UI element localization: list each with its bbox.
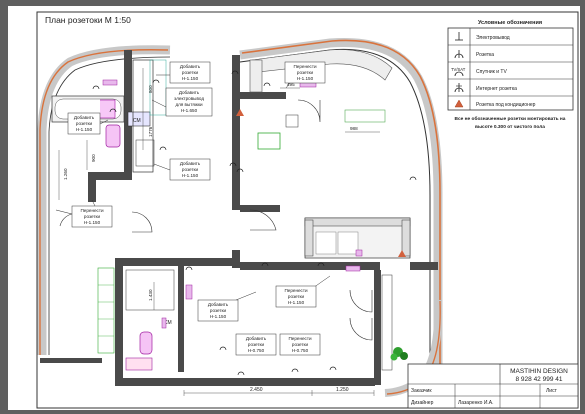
annotation-line: розетки xyxy=(292,342,309,347)
company-name: MASTIHIN DESIGN xyxy=(510,368,568,375)
dimension-label: 1.250 xyxy=(336,387,349,393)
wall-segment xyxy=(40,358,102,363)
wall-segment xyxy=(240,92,286,99)
annotation-line: розетки xyxy=(210,308,227,313)
toilet xyxy=(139,331,153,355)
wall-segment xyxy=(178,262,184,372)
wall-segment xyxy=(240,205,280,212)
title-block: MASTIHIN DESIGN 8 928 42 999 41 Заказчик… xyxy=(407,363,579,409)
wall-segment xyxy=(88,172,96,202)
annotation-line: Добавить xyxy=(208,302,229,307)
legend-item-label: Интернет розетка xyxy=(476,86,517,92)
legend-note-line: Все не обозначенные розетки монтировать … xyxy=(455,115,566,122)
annotation-line: для вытяжки xyxy=(175,102,203,107)
annotation-line: розетки xyxy=(76,121,93,126)
annotation-line: розетки xyxy=(84,214,101,219)
dimension-label: 1.260 xyxy=(63,168,68,180)
annotation-line: Перенести xyxy=(288,336,311,341)
toilet xyxy=(105,124,121,148)
annotation-box: Перенести розетки Н-1.150 xyxy=(71,205,113,228)
annotation-line: Перенести xyxy=(284,288,307,293)
wall-segment xyxy=(374,270,381,385)
dimension-label: 988 xyxy=(350,126,358,131)
annotation-box: Добавить розетки Н-1.150 xyxy=(67,112,101,135)
wall-segment xyxy=(410,262,438,270)
dimension-label: 1.430 xyxy=(148,289,153,301)
annotation-box: Добавить розетки Н-1.150 xyxy=(169,158,211,181)
annotation-box: Добавить электровывод для вытяжки Н-1.65… xyxy=(165,87,213,117)
annotation-line: Н-1.150 xyxy=(297,76,314,81)
annotation-line: Н-1.150 xyxy=(182,76,199,81)
wall-segment xyxy=(115,258,240,266)
legend-item-label: Розетка под кондиционер xyxy=(476,102,536,108)
annotation-line: Н-1.150 xyxy=(288,300,305,305)
annotation-line: Добавить xyxy=(179,90,200,95)
annotation-line: электровывод xyxy=(174,96,204,101)
annotation-line: Перенести xyxy=(80,208,103,213)
dimension-label: 2.450 xyxy=(250,387,263,393)
annotation-line: Добавить xyxy=(74,115,95,120)
dimension-label: 900 xyxy=(91,154,96,162)
legend-title: Условные обозначения xyxy=(478,19,542,26)
sheet-title: План розетоки М 1:50 xyxy=(45,15,131,25)
annotation-line: розетки xyxy=(248,342,265,347)
dimension-label: 1776 xyxy=(148,126,153,137)
wall-segment xyxy=(115,258,123,378)
annotation-line: розетки xyxy=(297,70,314,75)
annotation-line: Н-1.150 xyxy=(182,173,199,178)
annotation-line: розетки xyxy=(182,167,199,172)
annotation-line: Н-1.150 xyxy=(210,314,227,319)
legend-note-line: высоте 0.300 от чистого пола xyxy=(475,124,545,130)
sheet-label: Лист xyxy=(546,388,558,394)
annotation-box: Добавить розетки Н-1.150 xyxy=(197,299,239,322)
annotation-line: Добавить xyxy=(180,161,201,166)
wall-segment xyxy=(115,378,375,386)
tv-sat-symbol: TV/SAT xyxy=(451,67,466,72)
legend-item-label: Спутник и TV xyxy=(476,69,507,75)
annotation-box: Перенести розетки Н-1.150 xyxy=(284,61,326,84)
dimension-label: 800 xyxy=(148,85,153,93)
floor-plan-sheet: План розетоки М 1:50 Условные обозначени… xyxy=(8,6,580,410)
annotation-line: розетки xyxy=(182,70,199,75)
customer-label: Заказчик xyxy=(411,388,432,394)
annotation-line: Добавить xyxy=(180,64,201,69)
wall-segment xyxy=(232,55,240,210)
annotation-line: Н-0.750 xyxy=(292,348,309,353)
legend-item-label: Электровывод xyxy=(476,35,510,41)
washer-label: СМ xyxy=(133,118,141,124)
annotation-line: Н-1.150 xyxy=(84,220,101,225)
annotation-line: Н-1.650 xyxy=(181,108,198,113)
legend-item-label: Розетка xyxy=(476,52,494,58)
annotation-box: Добавить розетки Н-0.750 xyxy=(235,333,277,356)
annotation-line: Перенести xyxy=(293,64,316,69)
annotation-line: розетки xyxy=(288,294,305,299)
company-phone: 8 928 42 999 41 xyxy=(516,376,563,383)
annotation-box: Перенести розетки Н-0.750 xyxy=(279,333,321,356)
annotation-box: Добавить розетки Н-1.150 xyxy=(169,61,211,84)
sink xyxy=(125,357,153,371)
designer-name: Лазаренко И.А. xyxy=(458,400,494,406)
designer-label: Дизайнер xyxy=(411,399,434,406)
annotation-line: Н-0.750 xyxy=(248,348,265,353)
annotation-line: Добавить xyxy=(246,336,267,341)
annotation-box: Перенести розетки Н-1.150 xyxy=(275,285,317,308)
annotation-line: Н-1.150 xyxy=(76,127,93,132)
